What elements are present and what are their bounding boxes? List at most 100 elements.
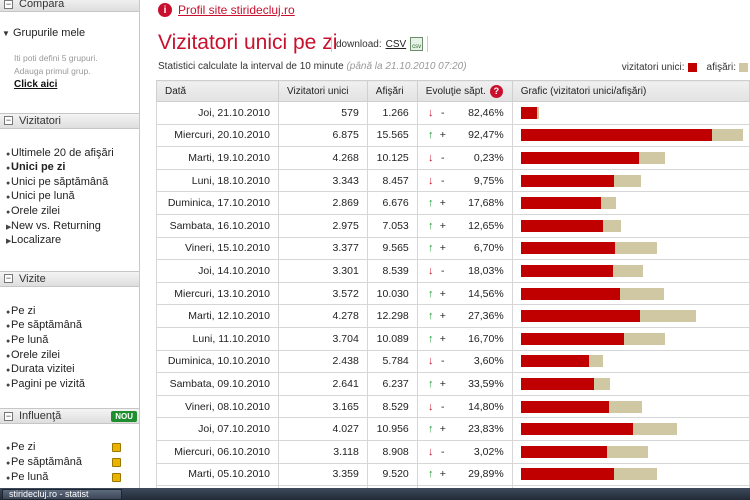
cell-afisari: 10.030 [366, 281, 418, 306]
cell-evolutie: ↑ +29,89% [416, 462, 513, 487]
cell-date: Sambata, 16.10.2010 [156, 213, 279, 238]
col-header-grafic: Grafic (vizitatori unici/afişări) [511, 80, 750, 102]
table-row: Marti, 19.10.2010 4.268 10.125 ↓ - 0,23% [156, 146, 750, 170]
col-header-data[interactable]: Dată [156, 80, 279, 102]
collapse-icon[interactable]: − [4, 0, 13, 9]
cell-grafic [511, 462, 750, 487]
sidebar-item-vizitatori[interactable]: ▶New vs. Returning [0, 220, 139, 235]
evolution-sign: - [441, 400, 445, 413]
page-title: Vizitatori unici pe zi [158, 31, 338, 54]
sidebar-item-vizite[interactable]: ●Pagini pe vizită [0, 378, 139, 393]
sidebar-item-vizite[interactable]: ●Pe lună [0, 334, 139, 349]
groups-toggle[interactable]: ▼ Grupurile mele [0, 27, 139, 41]
bar-unici [520, 242, 615, 255]
bar-track [520, 174, 741, 187]
help-icon[interactable]: ? [489, 84, 503, 98]
stats-table: Dată Vizitatori unici Afişări Evoluţie s… [156, 80, 750, 500]
table-row: Miercuri, 20.10.2010 6.875 15.565 ↑ +92,47% [156, 123, 750, 148]
cell-unici: 6.875 [277, 123, 368, 148]
evolution-percent: 0,23% [473, 151, 504, 164]
section-compara[interactable]: − Compara [0, 0, 139, 12]
arrow-down-icon: ↓ [428, 445, 434, 458]
collapse-icon[interactable]: − [4, 116, 13, 126]
cell-evolutie: ↑ +92,47% [416, 123, 513, 148]
add-group-link[interactable]: Click aici [0, 78, 139, 91]
sidebar-item-label: Pagini pe vizită [11, 377, 85, 390]
table-row: Marti, 05.10.2010 3.359 9.520 ↑ +29,89% [156, 462, 750, 487]
sidebar-item-vizite[interactable]: ●Pe zi [0, 305, 139, 320]
section-vizitatori[interactable]: − Vizitatori [0, 112, 139, 129]
evolution-percent: 14,56% [468, 287, 504, 300]
evolution-sign: + [439, 242, 446, 255]
legend-unici-swatch [687, 63, 697, 72]
evolution: ↑ +27,36% [426, 310, 504, 322]
table-row: Duminica, 10.10.2010 2.438 5.784 ↓ - 3,60% [156, 349, 750, 374]
cell-unici: 3.359 [277, 462, 368, 487]
sidebar-item-label: New vs. Returning [11, 219, 101, 232]
table-row: Miercuri, 13.10.2010 3.572 10.030 ↑ +14,56% [156, 281, 750, 306]
legend: vizitatori unici: afişări: [622, 62, 748, 73]
info-icon: i [158, 3, 172, 17]
cell-date: Joi, 07.10.2010 [156, 417, 279, 441]
bar-unici [520, 310, 640, 323]
sidebar-item-vizitatori[interactable]: ●Unici pe lună [0, 190, 139, 205]
cell-unici: 3.377 [277, 236, 368, 261]
groups-info-line: Iti poti defini 5 grupuri. [14, 52, 98, 63]
evolution-percent: 9,75% [473, 174, 504, 187]
table-row: Miercuri, 06.10.2010 3.118 8.908 ↓ - 3,02% [156, 439, 750, 464]
cell-grafic [511, 304, 750, 328]
evolution-sign: - [441, 355, 445, 368]
evolution-sign: + [439, 219, 446, 232]
cell-afisari: 6.676 [366, 191, 418, 215]
collapse-icon[interactable]: − [4, 411, 13, 421]
collapse-icon[interactable]: − [4, 274, 13, 284]
bar-track [520, 264, 741, 277]
cell-unici: 3.165 [277, 394, 368, 419]
sidebar-item-label: Pe săptămână [11, 455, 82, 468]
sidebar-item-vizite[interactable]: ●Orele zilei [0, 349, 139, 364]
profile-link-row: i Profil site stiridecluj.ro [158, 3, 295, 17]
col-header-afisari[interactable]: Afişări [366, 80, 418, 102]
main-content: i Profil site stiridecluj.ro Vizitatori … [141, 0, 750, 500]
evolution-percent: 29,89% [468, 468, 504, 481]
taskbar-window-button[interactable]: stiridecluj.ro - statist [2, 489, 122, 500]
cell-evolutie: ↓ - 3,02% [416, 439, 513, 464]
bar-track [520, 287, 741, 300]
lock-icon [112, 472, 121, 482]
profile-link[interactable]: Profil site stiridecluj.ro [178, 3, 295, 17]
sidebar-item-vizitatori[interactable]: ●Ultimele 20 de afişări [0, 147, 139, 162]
csv-download-link[interactable]: CSV [386, 39, 407, 50]
arrow-up-icon: ↑ [428, 310, 434, 323]
arrow-down-icon: ↓ [428, 106, 434, 119]
col-header-unici[interactable]: Vizitatori unici [277, 80, 368, 102]
cell-date: Marti, 12.10.2010 [156, 304, 279, 328]
cell-afisari: 8.457 [366, 168, 418, 193]
sidebar-item-vizite[interactable]: ●Durata vizitei [0, 363, 139, 378]
section-influenta[interactable]: − Influenţă NOU [0, 408, 139, 425]
sidebar-item-vizite[interactable]: ●Pe săptămână [0, 319, 139, 334]
sidebar-item-vizitatori[interactable]: ▶Localizare [0, 234, 139, 249]
sidebar-item-influenta[interactable]: ●Pe zi [0, 441, 139, 456]
table-row: Duminica, 17.10.2010 2.869 6.676 ↑ +17,68% [156, 191, 750, 215]
bar-unici [520, 400, 609, 413]
cell-afisari: 1.266 [366, 101, 418, 125]
sidebar-item-influenta[interactable]: ●Pe lună [0, 471, 139, 486]
sidebar-item-vizitatori[interactable]: ●Unici pe săptămână [0, 176, 139, 191]
cell-date: Miercuri, 06.10.2010 [156, 439, 279, 464]
arrow-up-icon: ↑ [428, 332, 434, 345]
cell-evolutie: ↓ - 9,75% [416, 168, 513, 193]
sidebar-item-label: Localizare [11, 234, 62, 247]
sidebar-item-vizitatori[interactable]: ●Orele zilei [0, 205, 139, 220]
section-vizite[interactable]: − Vizite [0, 270, 139, 287]
cell-grafic [511, 281, 750, 306]
cell-grafic [511, 191, 750, 215]
cell-date: Vineri, 15.10.2010 [156, 236, 279, 261]
evolution-sign: - [441, 445, 445, 458]
table-header-row: Dată Vizitatori unici Afişări Evoluţie s… [156, 80, 750, 102]
sidebar-item-vizitatori[interactable]: ●Unici pe zi [0, 161, 139, 176]
evolution-percent: 16,70% [468, 332, 504, 345]
cell-evolutie: ↓ - 82,46% [416, 101, 513, 125]
sidebar-item-influenta[interactable]: ●Pe săptămână [0, 456, 139, 471]
csv-file-icon[interactable]: csv [410, 37, 424, 51]
evolution-percent: 27,36% [468, 310, 504, 323]
